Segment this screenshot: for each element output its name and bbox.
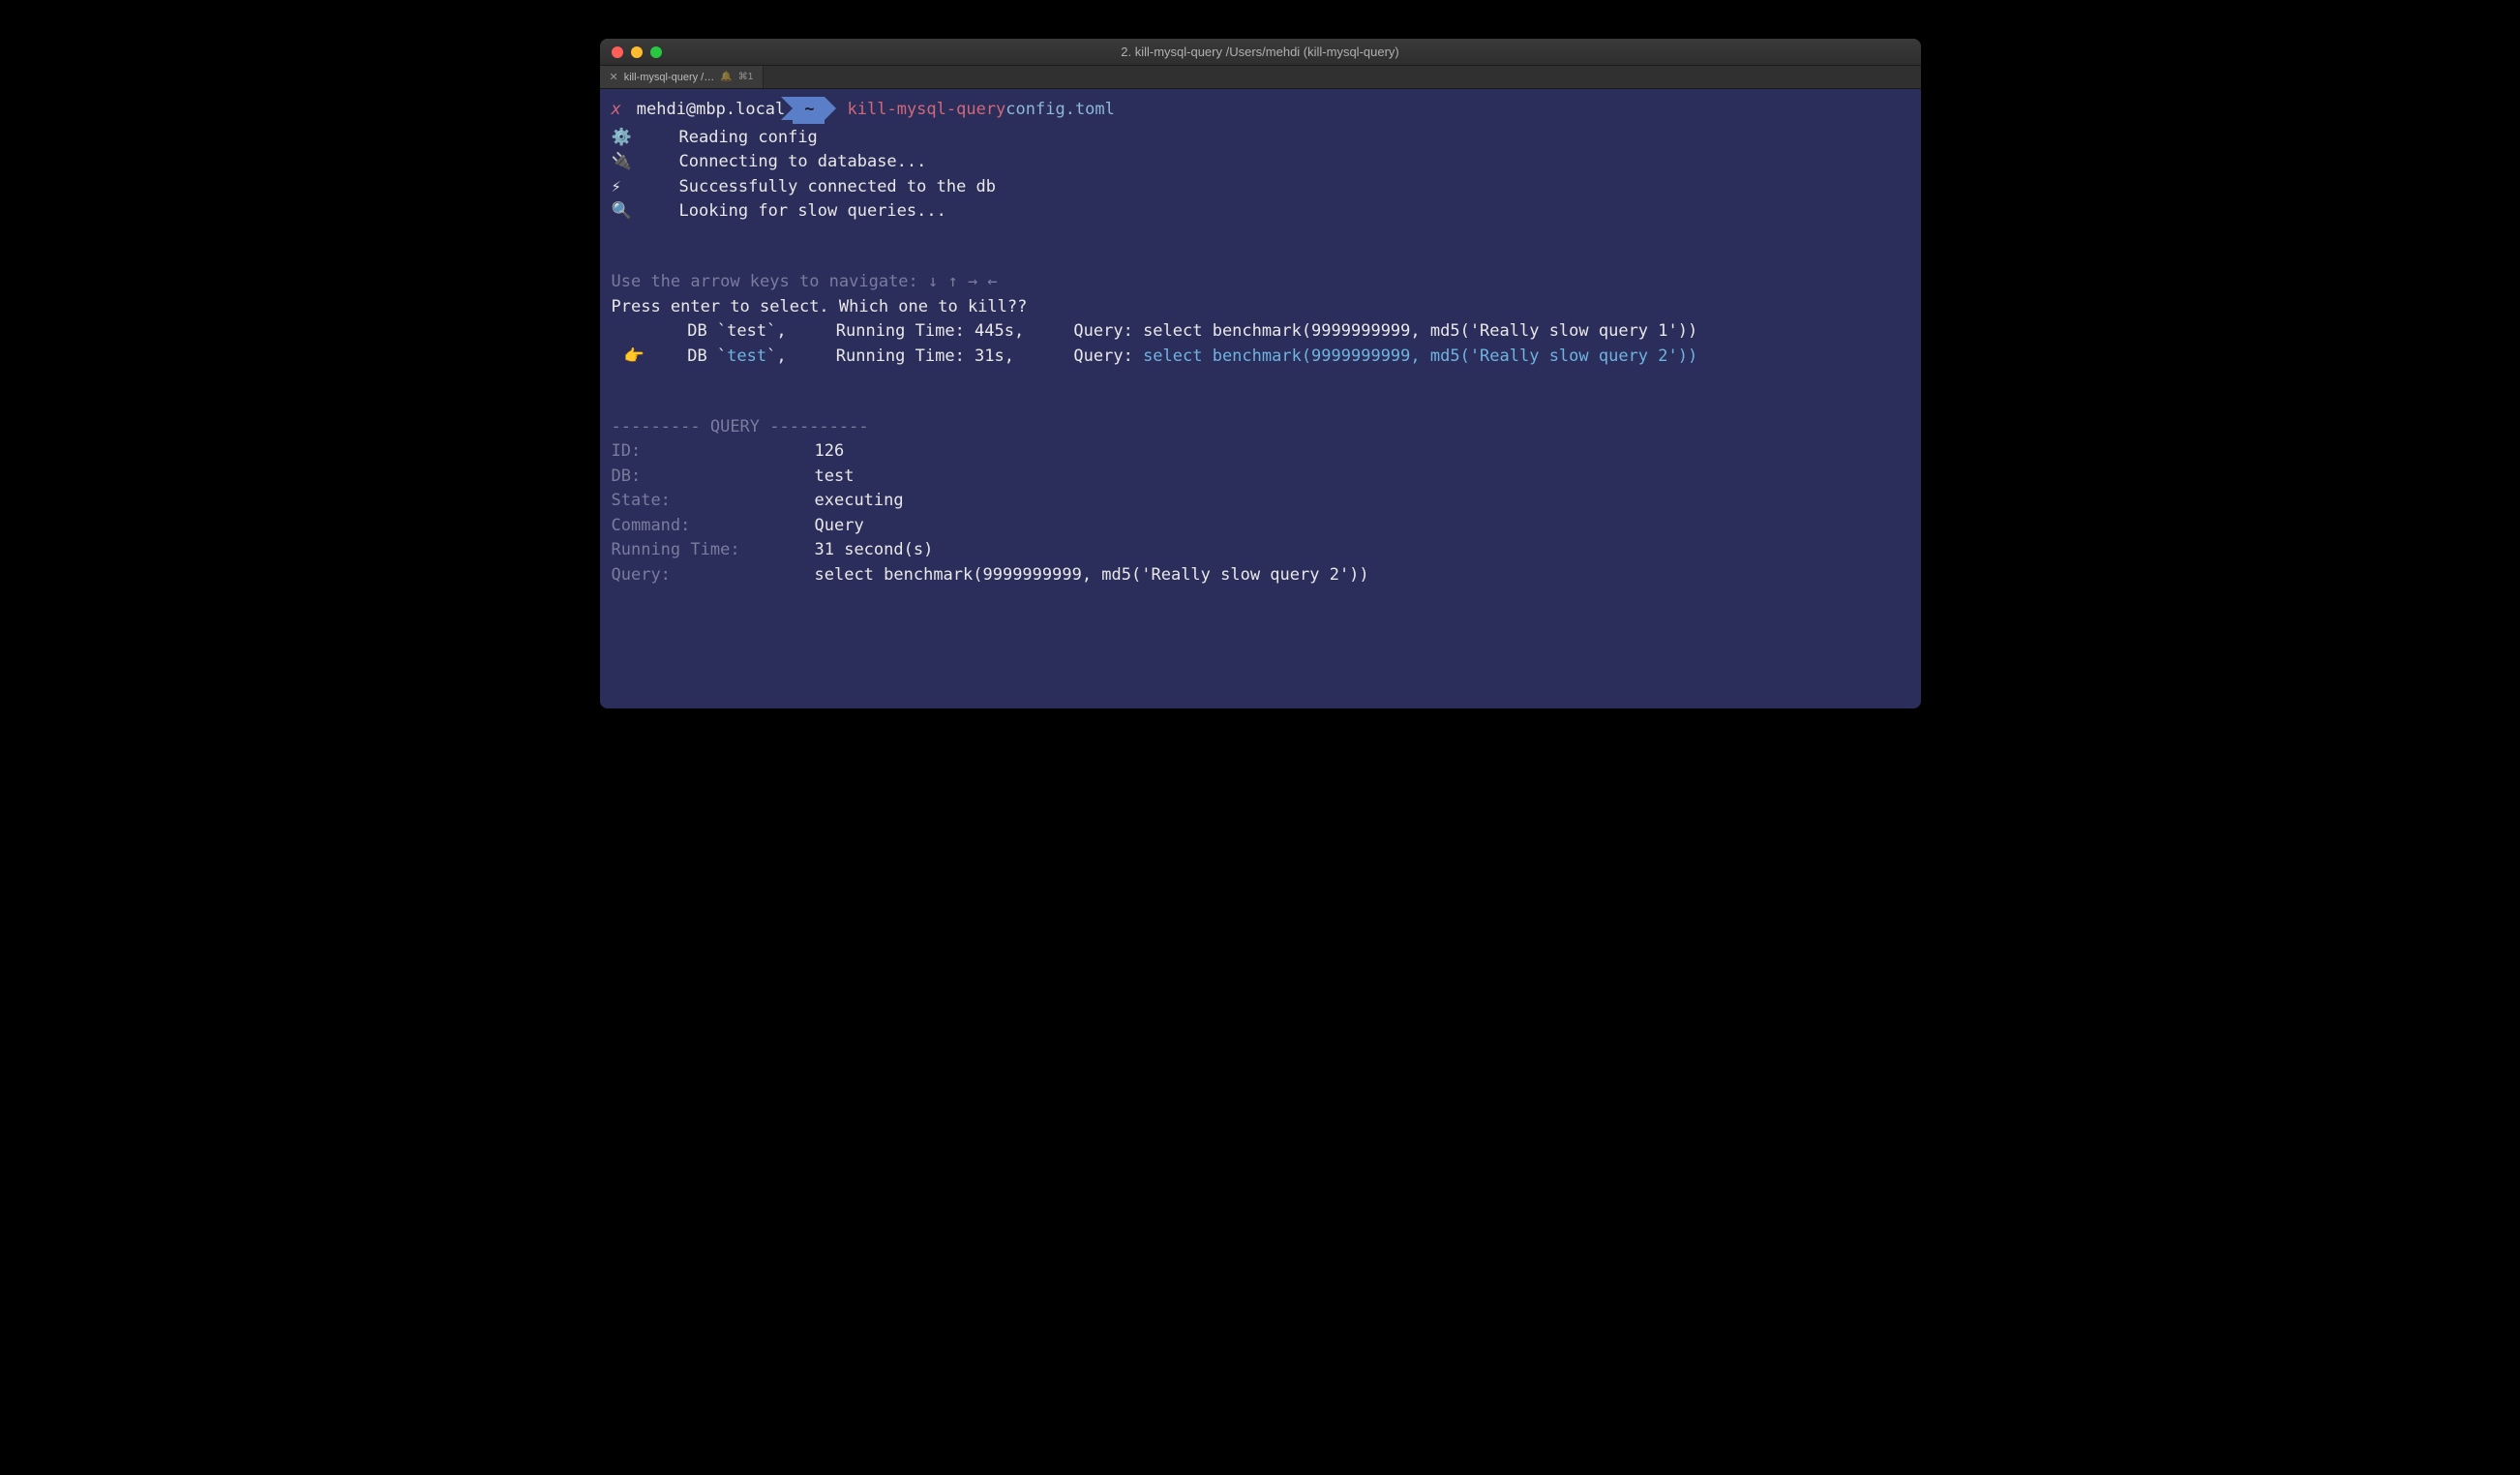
query-db: test bbox=[727, 321, 766, 341]
terminal-content[interactable]: x mehdi@mbp.local ~ kill-mysql-query config… bbox=[600, 89, 1921, 708]
query-db: test bbox=[727, 346, 766, 366]
prompt-cwd: ~ bbox=[793, 97, 824, 124]
close-window-button[interactable] bbox=[612, 46, 623, 58]
detail-label: Command: bbox=[612, 514, 815, 539]
detail-row-query: Query:select benchmark(9999999999, md5('… bbox=[612, 563, 1909, 588]
detail-value: test bbox=[815, 465, 855, 490]
command-arg: config.toml bbox=[1005, 98, 1115, 123]
status-line: ⚙️Reading config bbox=[612, 126, 1909, 151]
pointer-icon: 👉 bbox=[612, 345, 658, 370]
query-text: select benchmark(9999999999, md5('Really… bbox=[1143, 321, 1697, 341]
traffic-lights bbox=[612, 46, 662, 58]
detail-label: Query: bbox=[612, 563, 815, 588]
detail-label: ID: bbox=[612, 439, 815, 465]
command-name: kill-mysql-query bbox=[848, 98, 1006, 123]
detail-value: Query bbox=[815, 514, 864, 539]
detail-value: executing bbox=[815, 489, 904, 514]
detail-row-running-time: Running Time:31 second(s) bbox=[612, 538, 1909, 563]
prompt-user-host: mehdi@mbp.local bbox=[637, 98, 786, 123]
tab-label: kill-mysql-query /… bbox=[624, 72, 715, 83]
detail-row-state: State:executing bbox=[612, 489, 1909, 514]
query-section-header: --------- QUERY ---------- bbox=[612, 415, 1909, 440]
nav-hint: Use the arrow keys to navigate: ↓ ↑ → ← bbox=[612, 270, 1909, 295]
magnifier-icon: 🔍 bbox=[612, 199, 679, 225]
terminal-window: 2. kill-mysql-query /Users/mehdi (kill-m… bbox=[600, 39, 1921, 708]
detail-row-command: Command:Query bbox=[612, 514, 1909, 539]
prompt-line: x mehdi@mbp.local ~ kill-mysql-query config… bbox=[612, 97, 1909, 124]
tab-close-icon[interactable]: ✕ bbox=[610, 71, 618, 83]
bell-icon: 🔔 bbox=[720, 72, 732, 82]
query-list-item[interactable]: 👉 DB `test`, Running Time: 31s, Query: s… bbox=[612, 345, 1909, 370]
detail-value: select benchmark(9999999999, md5('Really… bbox=[815, 563, 1369, 588]
status-text: Looking for slow queries... bbox=[679, 199, 946, 225]
status-line: 🔍Looking for slow queries... bbox=[612, 199, 1909, 225]
query-running-time: 31s bbox=[975, 346, 1005, 366]
query-running-time: 445s bbox=[975, 321, 1014, 341]
tabbar: ✕ kill-mysql-query /… 🔔 ⌘1 bbox=[600, 66, 1921, 89]
status-line: ⚡Successfully connected to the db bbox=[612, 175, 1909, 200]
prompt-status-icon: x bbox=[612, 98, 621, 123]
status-text: Connecting to database... bbox=[679, 150, 927, 175]
detail-value: 31 second(s) bbox=[815, 538, 934, 563]
status-text: Successfully connected to the db bbox=[679, 175, 997, 200]
detail-row-db: DB:test bbox=[612, 465, 1909, 490]
gear-icon: ⚙️ bbox=[612, 126, 679, 151]
maximize-window-button[interactable] bbox=[650, 46, 662, 58]
detail-label: DB: bbox=[612, 465, 815, 490]
status-line: 🔌Connecting to database... bbox=[612, 150, 1909, 175]
plug-icon: 🔌 bbox=[612, 150, 679, 175]
minimize-window-button[interactable] bbox=[631, 46, 643, 58]
titlebar[interactable]: 2. kill-mysql-query /Users/mehdi (kill-m… bbox=[600, 39, 1921, 66]
detail-value: 126 bbox=[815, 439, 845, 465]
detail-row-id: ID:126 bbox=[612, 439, 1909, 465]
select-prompt: Press enter to select. Which one to kill… bbox=[612, 297, 1028, 316]
status-text: Reading config bbox=[679, 126, 818, 151]
detail-label: Running Time: bbox=[612, 538, 815, 563]
query-text: select benchmark(9999999999, md5('Really… bbox=[1143, 346, 1697, 366]
window-title: 2. kill-mysql-query /Users/mehdi (kill-m… bbox=[600, 45, 1921, 59]
query-list-item[interactable]: DB `test`, Running Time: 445s, Query: se… bbox=[612, 319, 1909, 345]
tab-shortcut: ⌘1 bbox=[738, 72, 754, 82]
lightning-icon: ⚡ bbox=[612, 175, 679, 200]
tab-kill-mysql-query[interactable]: ✕ kill-mysql-query /… 🔔 ⌘1 bbox=[600, 66, 765, 88]
detail-label: State: bbox=[612, 489, 815, 514]
